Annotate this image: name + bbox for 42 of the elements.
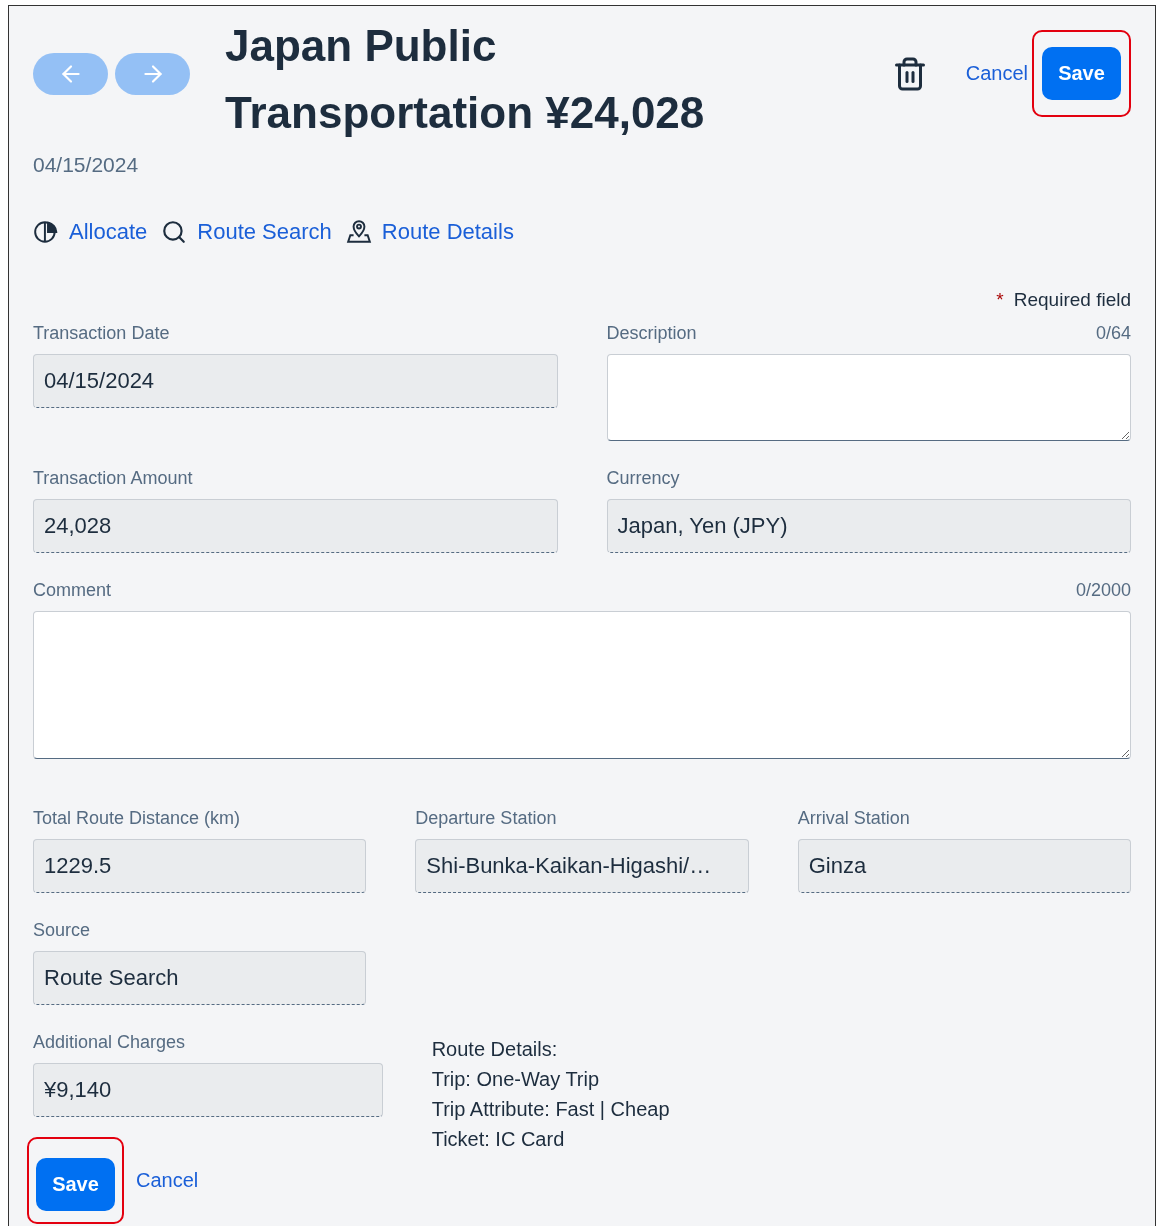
field-label: Comment bbox=[33, 580, 112, 601]
expense-date: 04/15/2024 bbox=[33, 153, 140, 177]
action-link[interactable]: Allocate bbox=[69, 219, 148, 245]
page-title: Japan Public Transportation ¥24,028 bbox=[225, 20, 706, 139]
previous-button[interactable] bbox=[33, 53, 108, 95]
input-field[interactable]: Shi-Bunka-Kaikan-Higashi/… bbox=[415, 839, 749, 893]
action-link[interactable]: Route Search bbox=[197, 219, 332, 245]
input-field[interactable]: 04/15/2024 bbox=[33, 354, 558, 408]
input-field[interactable]: Ginza bbox=[797, 839, 1131, 893]
field-label: Departure Station bbox=[415, 808, 557, 829]
input-field[interactable]: Japan, Yen (JPY) bbox=[606, 499, 1131, 553]
cancel-link[interactable]: Cancel bbox=[136, 1169, 199, 1192]
next-button[interactable] bbox=[115, 53, 190, 95]
route-detail-line: Route Details: bbox=[431, 1037, 559, 1062]
route-detail-line: Trip Attribute: Fast | Cheap bbox=[431, 1097, 671, 1122]
save-button[interactable]: Save bbox=[36, 1158, 115, 1211]
route-detail-line: Ticket: IC Card bbox=[431, 1127, 566, 1152]
search-icon bbox=[161, 219, 188, 245]
field-label: Description bbox=[606, 323, 697, 344]
character-counter: 0/2000 bbox=[1075, 580, 1131, 601]
input-field[interactable]: ¥9,140 bbox=[33, 1063, 383, 1117]
text-area[interactable] bbox=[33, 611, 1131, 759]
field-label: Total Route Distance (km) bbox=[33, 808, 241, 829]
required-note: Required field bbox=[1013, 289, 1131, 311]
character-counter: 0/64 bbox=[1095, 323, 1131, 344]
field-label: Arrival Station bbox=[797, 808, 910, 829]
route-detail-line: Trip: One-Way Trip bbox=[431, 1067, 601, 1092]
field-label: Currency bbox=[606, 468, 680, 489]
field-label: Additional Charges bbox=[33, 1032, 186, 1053]
field-label: Source bbox=[33, 920, 91, 941]
cancel-link[interactable]: Cancel bbox=[965, 62, 1028, 85]
action-link[interactable]: Route Details bbox=[381, 219, 514, 245]
required-mark: * bbox=[996, 289, 1004, 311]
map-pin-icon bbox=[345, 219, 372, 245]
field-label: Transaction Date bbox=[33, 323, 170, 344]
input-field[interactable]: 1229.5 bbox=[33, 839, 367, 893]
input-field[interactable]: 24,028 bbox=[33, 499, 558, 553]
pie-chart-icon bbox=[33, 219, 59, 245]
field-label: Transaction Amount bbox=[33, 468, 193, 489]
text-area[interactable] bbox=[606, 354, 1131, 441]
save-button[interactable]: Save bbox=[1042, 47, 1121, 100]
input-field[interactable]: Route Search bbox=[33, 951, 367, 1005]
